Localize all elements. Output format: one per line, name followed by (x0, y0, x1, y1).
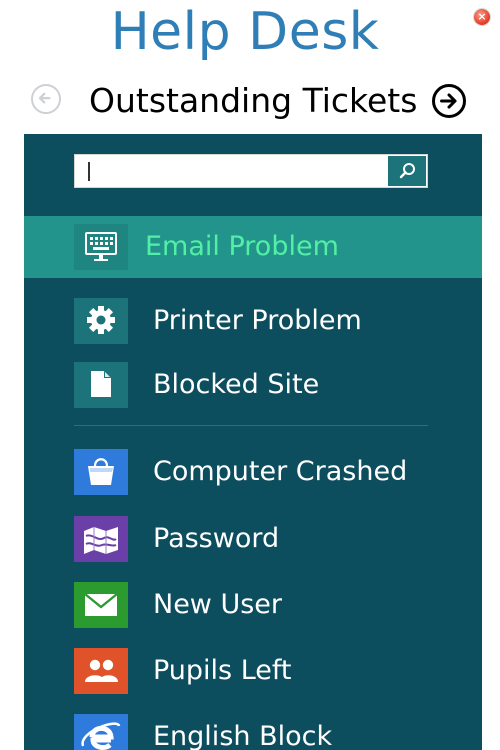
list-item-english-block[interactable]: English Block (24, 706, 482, 750)
document-icon (74, 362, 128, 408)
list-item-label: Computer Crashed (153, 456, 408, 487)
ticket-list-panel: Email Problem Printer Problem Blocked Si… (24, 134, 482, 750)
list-divider (74, 425, 428, 426)
list-item-label: Printer Problem (153, 305, 362, 336)
list-item-printer-problem[interactable]: Printer Problem (24, 290, 482, 352)
section-title: Outstanding Tickets (89, 81, 418, 120)
people-icon (74, 648, 128, 694)
gear-icon (74, 298, 128, 344)
back-arrow-icon[interactable] (31, 84, 61, 114)
search-icon (399, 163, 415, 179)
text-caret (88, 162, 90, 181)
list-item-label: Pupils Left (153, 655, 292, 686)
mail-icon (74, 582, 128, 628)
list-item-label: New User (153, 589, 283, 620)
list-item-email-problem[interactable]: Email Problem (24, 216, 482, 278)
search-input[interactable] (75, 155, 389, 187)
list-item-pupils-left[interactable]: Pupils Left (24, 640, 482, 702)
map-icon (74, 516, 128, 562)
shopping-bag-icon (74, 449, 128, 495)
list-item-password[interactable]: Password (24, 508, 482, 570)
app-title: Help Desk (110, 2, 380, 62)
app-window: Help Desk × Outstanding Tickets Email Pr… (0, 0, 500, 750)
list-item-label: Blocked Site (153, 369, 320, 400)
list-item-label: Email Problem (145, 231, 339, 262)
search-button[interactable] (388, 156, 426, 186)
list-item-label: Password (153, 523, 280, 554)
close-icon[interactable]: × (474, 9, 490, 25)
internet-explorer-icon (74, 714, 128, 750)
list-item-label: English Block (153, 721, 333, 750)
list-item-new-user[interactable]: New User (24, 574, 482, 636)
list-item-blocked-site[interactable]: Blocked Site (24, 354, 482, 416)
list-item-computer-crashed[interactable]: Computer Crashed (24, 441, 482, 503)
keyboard-monitor-icon (74, 224, 128, 270)
search-box (74, 154, 428, 188)
section-header: Outstanding Tickets (0, 78, 500, 128)
forward-arrow-icon[interactable] (432, 84, 466, 118)
